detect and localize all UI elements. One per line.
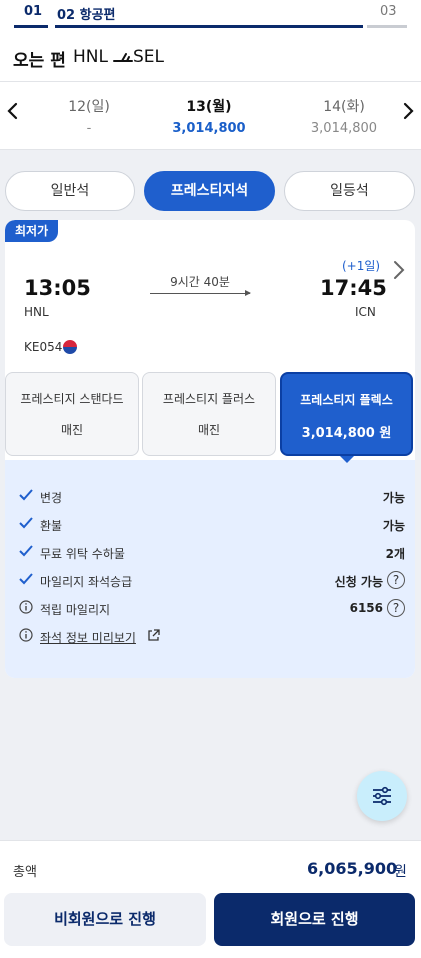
date-label: 13(월) (186, 99, 232, 115)
benefit-baggage: 무료 위탁 수하물 2개 (19, 543, 405, 563)
seat-preview-label[interactable]: 좌석 정보 미리보기 (40, 629, 136, 646)
date-option-12[interactable]: 12(일) - (29, 96, 149, 136)
airline-logo-icon (62, 339, 78, 355)
date-option-14[interactable]: 14(화) 3,014,800 (284, 96, 404, 136)
tab-first[interactable]: 일등석 (284, 171, 415, 211)
external-link-icon (148, 629, 160, 641)
proceed-as-member-button[interactable]: 회원으로 진행 (214, 893, 415, 946)
check-icon (19, 517, 33, 529)
flight-card: 최저가 13:05 HNL 9시간 40분 (+1일) 17:45 ICN KE… (5, 220, 415, 678)
arrival-airport: ICN (355, 305, 376, 319)
arrival-time: 17:45 (320, 276, 387, 300)
seat-preview-link[interactable]: 좌석 정보 미리보기 (19, 627, 405, 647)
benefit-change: 변경 가능 (19, 487, 405, 507)
benefit-upgrade: 마일리지 좌석승급 신청 가능 ? (19, 571, 405, 591)
help-icon[interactable]: ? (387, 571, 405, 589)
step-1-bar (14, 25, 48, 28)
benefit-label: 적립 마일리지 (40, 603, 111, 617)
filter-sliders-icon (373, 786, 391, 806)
fare-name: 프레스티지 스탠다드 (20, 392, 124, 406)
total-label: 총액 (13, 865, 37, 880)
date-selector: 12(일) - 13(월) 3,014,800 14(화) 3,014,800 (0, 82, 421, 150)
tab-economy[interactable]: 일반석 (5, 171, 135, 211)
date-price: 3,014,800 (310, 121, 378, 136)
date-price: - (86, 121, 92, 136)
filter-button[interactable] (357, 771, 407, 821)
fare-value: 매진 (197, 423, 221, 437)
fare-value: 매진 (60, 423, 84, 437)
departure-time: 13:05 (24, 276, 91, 300)
fare-prestige-plus[interactable]: 프레스티지 플러스 매진 (142, 372, 276, 456)
fare-prestige-standard[interactable]: 프레스티지 스탠다드 매진 (5, 372, 139, 456)
benefit-label: 변경 (40, 491, 63, 505)
proceed-as-guest-button[interactable]: 비회원으로 진행 (4, 893, 206, 946)
duration-line (150, 293, 250, 294)
benefit-label: 마일리지 좌석승급 (40, 575, 133, 589)
benefit-label: 무료 위탁 수하물 (40, 547, 125, 561)
date-price: 3,014,800 (172, 121, 246, 136)
check-icon (19, 545, 33, 557)
step-1: 01 (24, 4, 43, 19)
total-unit: 원 (394, 864, 407, 880)
fare-value: 3,014,800 원 (301, 426, 392, 441)
benefit-value: 6156 (349, 601, 383, 615)
benefit-mileage: 적립 마일리지 6156 ? (19, 599, 405, 619)
fare-name: 프레스티지 플렉스 (300, 393, 393, 407)
duration-arrow-icon (245, 290, 251, 296)
benefit-value: 가능 (382, 519, 405, 533)
step-3: 03 (380, 4, 397, 19)
benefit-value: 신청 가능 (334, 575, 383, 589)
flight-detail-chevron-icon[interactable] (391, 258, 407, 282)
flight-duration: 9시간 40분 (170, 275, 230, 289)
route-title: 오는 편 (13, 51, 66, 71)
date-option-13-selected[interactable]: 13(월) 3,014,800 (149, 96, 269, 136)
next-date-arrow-icon[interactable] (397, 100, 419, 122)
check-icon (19, 573, 33, 585)
benefit-refund: 환불 가능 (19, 515, 405, 535)
route-header: 오는 편 HNL SEL (0, 32, 421, 82)
fare-prestige-flex-selected[interactable]: 프레스티지 플렉스 3,014,800 원 (280, 372, 413, 456)
check-icon (19, 489, 33, 501)
benefit-value: 가능 (382, 491, 405, 505)
plane-icon (113, 53, 133, 62)
bottom-bar: 총액 6,065,900 원 비회원으로 진행 회원으로 진행 (0, 840, 421, 958)
benefit-value: 2개 (385, 547, 405, 561)
selected-fare-pointer (340, 456, 354, 463)
route-destination: SEL (133, 47, 165, 67)
total-amount: 6,065,900 (307, 859, 398, 878)
next-day-indicator: (+1일) (342, 259, 381, 273)
step-3-bar (367, 25, 407, 28)
route-origin: HNL (73, 47, 108, 67)
fare-benefits-panel: 변경 가능 환불 가능 무료 위탁 수하물 2개 마일리지 좌석승급 신청 가능… (5, 456, 415, 678)
step-indicator: 01 02 항공편 03 (0, 0, 421, 32)
date-label: 12(일) (68, 99, 110, 115)
help-icon[interactable]: ? (387, 599, 405, 617)
benefit-label: 환불 (40, 519, 63, 533)
step-2-current: 02 항공편 (57, 8, 116, 23)
step-2-bar (55, 25, 363, 28)
info-icon (19, 628, 33, 642)
date-label: 14(화) (323, 99, 365, 115)
prev-date-arrow-icon[interactable] (2, 100, 24, 122)
flight-number: KE054 (24, 340, 63, 354)
lowest-price-badge: 최저가 (5, 220, 59, 242)
departure-airport: HNL (24, 305, 49, 319)
fare-name: 프레스티지 플러스 (162, 392, 256, 406)
info-icon (19, 600, 33, 614)
tab-prestige[interactable]: 프레스티지석 (144, 171, 275, 211)
